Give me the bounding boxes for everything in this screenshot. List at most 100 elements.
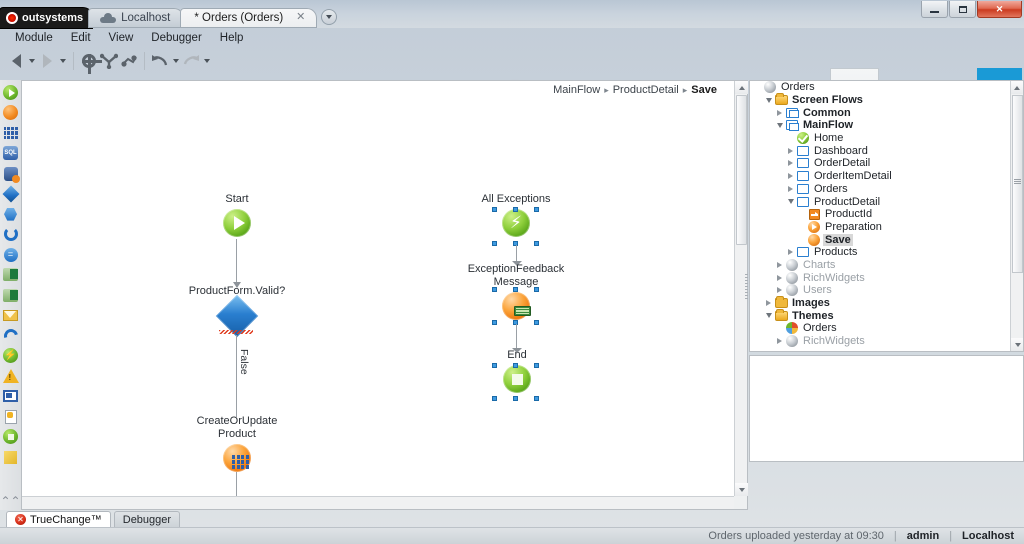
settings-button[interactable] bbox=[79, 50, 102, 74]
tree-item-dashboard[interactable]: Dashboard bbox=[750, 144, 1023, 157]
menu-edit[interactable]: Edit bbox=[62, 31, 100, 45]
tree-vertical-scrollbar[interactable] bbox=[1010, 81, 1023, 351]
comment-icon[interactable] bbox=[2, 449, 20, 466]
tree-item-orderdetail[interactable]: OrderDetail bbox=[750, 157, 1023, 170]
tree-item-mainflow[interactable]: MainFlow bbox=[750, 119, 1023, 132]
tab-truechange[interactable]: ✕ TrueChange™ bbox=[6, 511, 111, 527]
expand-icon[interactable] bbox=[774, 338, 785, 345]
tree-item-save[interactable]: Save bbox=[750, 233, 1023, 246]
tree-item-richwidgets[interactable]: RichWidgets bbox=[750, 271, 1023, 284]
connector-message-to-end[interactable] bbox=[511, 324, 522, 353]
send-email-icon[interactable] bbox=[2, 307, 20, 324]
tree-item-orderitemdetail[interactable]: OrderItemDetail bbox=[750, 170, 1023, 183]
collapse-icon[interactable] bbox=[785, 199, 796, 205]
back-dropdown-button[interactable] bbox=[26, 50, 37, 72]
tree-item-home[interactable]: Home bbox=[750, 132, 1023, 145]
close-icon[interactable]: ✕ bbox=[295, 12, 306, 23]
database-icon[interactable] bbox=[2, 165, 20, 183]
debug-button[interactable] bbox=[119, 50, 139, 72]
tree-item-common[interactable]: Common bbox=[750, 106, 1023, 119]
expand-icon[interactable] bbox=[774, 261, 785, 268]
tab-localhost[interactable]: Localhost bbox=[88, 8, 185, 28]
collapse-icon[interactable] bbox=[774, 122, 785, 128]
expand-icon[interactable] bbox=[785, 173, 796, 180]
connector-if-false[interactable] bbox=[236, 335, 237, 417]
execute-action-icon[interactable] bbox=[2, 104, 20, 121]
tree-item-productdetail[interactable]: ProductDetail bbox=[750, 195, 1023, 208]
close-window-button[interactable]: ✕ bbox=[977, 1, 1022, 18]
collapse-palette-icon[interactable]: ⌃⌃ bbox=[0, 493, 20, 510]
forward-button[interactable] bbox=[37, 50, 57, 72]
switch-icon[interactable] bbox=[2, 206, 20, 223]
menu-module[interactable]: Module bbox=[6, 31, 62, 45]
redo-button[interactable] bbox=[181, 50, 201, 72]
end-icon[interactable] bbox=[2, 428, 20, 445]
menu-debugger[interactable]: Debugger bbox=[142, 31, 211, 45]
connector-exception-to-message[interactable] bbox=[511, 245, 522, 266]
undo-button[interactable] bbox=[150, 50, 170, 72]
assign-icon[interactable]: = bbox=[2, 246, 20, 263]
connector-action-to-destination[interactable] bbox=[236, 472, 237, 496]
record-list-icon[interactable] bbox=[2, 125, 20, 142]
tree-item-products[interactable]: Products bbox=[750, 246, 1023, 259]
connector-start-to-if[interactable] bbox=[232, 239, 241, 288]
redo-dropdown-button[interactable] bbox=[201, 50, 212, 72]
tab-orders-module[interactable]: * Orders (Orders) ✕ bbox=[180, 8, 318, 28]
collapse-icon[interactable] bbox=[763, 313, 774, 319]
raise-exception-icon[interactable] bbox=[2, 368, 20, 385]
publish-button[interactable] bbox=[99, 50, 119, 72]
back-button[interactable] bbox=[6, 50, 26, 72]
tab-debugger[interactable]: Debugger bbox=[113, 511, 181, 527]
flow-node-if[interactable]: ProductForm.Valid? bbox=[177, 285, 297, 338]
module-tree[interactable]: Orders Screen Flows Common MainFlow Home Dash… bbox=[749, 80, 1024, 352]
refresh-icon[interactable] bbox=[2, 226, 20, 243]
record-to-excel-icon[interactable] bbox=[2, 287, 20, 304]
tab-list-dropdown-button[interactable] bbox=[321, 9, 338, 25]
forward-dropdown-button[interactable] bbox=[57, 50, 68, 72]
menu-view[interactable]: View bbox=[100, 31, 143, 45]
expand-icon[interactable] bbox=[785, 160, 796, 167]
expand-icon[interactable] bbox=[763, 300, 774, 307]
tree-item-themes[interactable]: Themes bbox=[750, 308, 1023, 322]
undo-dropdown-button[interactable] bbox=[170, 50, 181, 72]
if-icon[interactable] bbox=[2, 185, 20, 203]
canvas-horizontal-scrollbar[interactable] bbox=[22, 496, 734, 509]
start-icon[interactable] bbox=[2, 84, 20, 101]
tree-scroll-up-button[interactable] bbox=[1011, 81, 1023, 94]
tree-item-orders[interactable]: Orders bbox=[750, 81, 1023, 94]
tree-item-orders[interactable]: Orders bbox=[750, 183, 1023, 196]
flow-node-start[interactable]: Start bbox=[200, 193, 274, 237]
breadcrumb-mainflow[interactable]: MainFlow bbox=[553, 84, 600, 96]
tree-scroll-down-button[interactable] bbox=[1011, 338, 1023, 351]
tree-item-charts[interactable]: Charts bbox=[750, 258, 1023, 272]
flow-node-end[interactable]: End bbox=[484, 349, 550, 393]
tree-item-screen-flows[interactable]: Screen Flows bbox=[750, 93, 1023, 107]
sql-icon[interactable]: SQL bbox=[2, 145, 20, 162]
run-server-action-icon[interactable]: ⚡ bbox=[2, 347, 20, 364]
ajax-refresh-icon[interactable] bbox=[0, 326, 21, 346]
expand-icon[interactable] bbox=[785, 185, 796, 192]
expand-icon[interactable] bbox=[774, 287, 785, 294]
minimize-button[interactable] bbox=[921, 1, 948, 18]
expand-icon[interactable] bbox=[774, 109, 785, 116]
breadcrumb-productdetail[interactable]: ProductDetail bbox=[613, 84, 679, 96]
tree-item-richwidgets[interactable]: RichWidgets bbox=[750, 335, 1023, 348]
tree-item-users[interactable]: Users bbox=[750, 284, 1023, 297]
expand-icon[interactable] bbox=[785, 147, 796, 154]
maximize-button[interactable] bbox=[949, 1, 976, 18]
flow-node-allexceptions[interactable]: All Exceptions ⚡ bbox=[466, 193, 566, 237]
download-icon[interactable] bbox=[2, 408, 20, 425]
expand-icon[interactable] bbox=[785, 249, 796, 256]
destination-icon[interactable] bbox=[2, 388, 20, 405]
excel-to-record-icon[interactable] bbox=[2, 266, 20, 283]
menu-help[interactable]: Help bbox=[211, 31, 253, 45]
tree-item-orders[interactable]: Orders bbox=[750, 322, 1023, 335]
tree-item-images[interactable]: Images bbox=[750, 296, 1023, 310]
flow-canvas[interactable]: MainFlow ▸ ProductDetail ▸ Save Start Pr… bbox=[22, 81, 734, 496]
properties-panel[interactable] bbox=[749, 355, 1024, 462]
tree-item-productid[interactable]: ProductId bbox=[750, 208, 1023, 221]
tree-item-preparation[interactable]: Preparation bbox=[750, 220, 1023, 234]
expand-icon[interactable] bbox=[774, 274, 785, 281]
collapse-icon[interactable] bbox=[763, 97, 774, 103]
outsystems-brand-tab[interactable]: outsystems bbox=[0, 8, 93, 28]
